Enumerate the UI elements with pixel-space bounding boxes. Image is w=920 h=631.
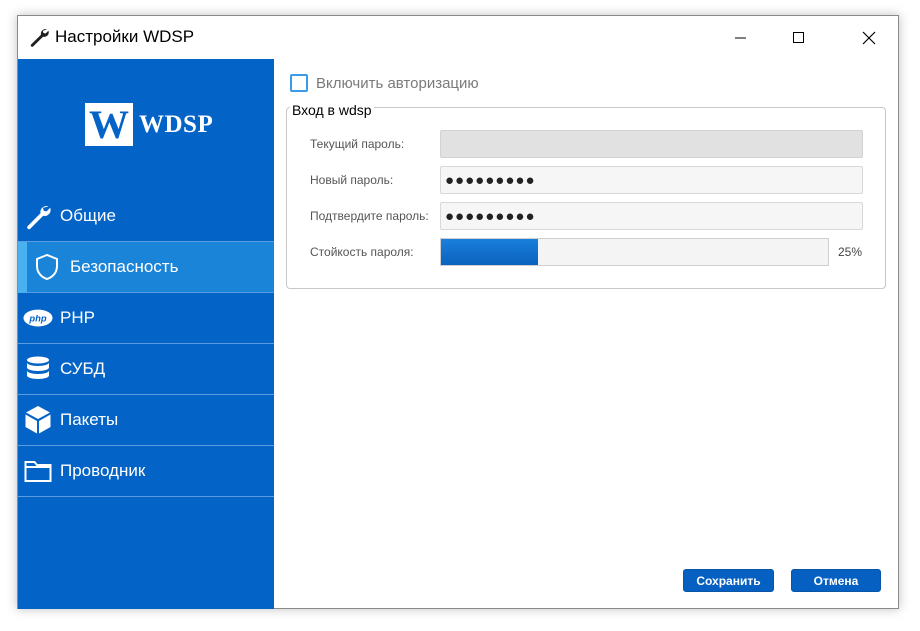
new-password-row: Новый пароль: ●●●●●●●●● xyxy=(310,166,863,194)
package-icon xyxy=(23,405,53,435)
svg-text:php: php xyxy=(28,313,46,323)
strength-percent: 25% xyxy=(838,245,863,259)
enable-auth-row[interactable]: Включить авторизацию xyxy=(290,74,479,92)
logo-text: WDSP xyxy=(139,110,214,138)
sidebar-item-php[interactable]: php PHP xyxy=(18,293,274,344)
current-password-row: Текущий пароль: xyxy=(310,130,863,158)
title-bar[interactable]: Настройки WDSP xyxy=(18,16,898,59)
php-icon: php xyxy=(23,303,53,333)
save-button[interactable]: Сохранить xyxy=(683,569,774,592)
sidebar-nav: Общие Безопасность php PHP СУБД Пакеты П… xyxy=(18,191,274,497)
login-group: Вход в wdsp Текущий пароль: Новый пароль… xyxy=(286,102,886,289)
shield-icon xyxy=(32,252,62,282)
sidebar-item-packages[interactable]: Пакеты xyxy=(18,395,274,446)
new-password-label: Новый пароль: xyxy=(310,173,394,187)
wrench-icon xyxy=(23,201,53,231)
enable-auth-checkbox[interactable] xyxy=(290,74,308,92)
folder-icon xyxy=(23,456,53,486)
strength-row: Стойкость пароля: 25% xyxy=(310,238,862,266)
security-panel: Включить авторизацию Вход в wdsp Текущий… xyxy=(274,59,898,609)
confirm-password-field[interactable]: ●●●●●●●●● xyxy=(440,202,863,230)
strength-label: Стойкость пароля: xyxy=(310,245,414,259)
minimize-button[interactable] xyxy=(712,16,770,59)
sidebar-item-label: СУБД xyxy=(60,359,106,378)
current-password-label: Текущий пароль: xyxy=(310,137,405,151)
sidebar-item-explorer[interactable]: Проводник xyxy=(18,446,274,497)
sidebar-item-dbms[interactable]: СУБД xyxy=(18,344,274,395)
strength-bar xyxy=(440,238,829,266)
sidebar-item-label: Пакеты xyxy=(60,410,119,429)
enable-auth-label: Включить авторизацию xyxy=(316,74,479,92)
sidebar-item-general[interactable]: Общие xyxy=(18,191,274,242)
sidebar: W WDSP Общие Безопасность php PHP СУБД П… xyxy=(18,59,274,609)
close-button[interactable] xyxy=(840,16,898,59)
cancel-button[interactable]: Отмена xyxy=(791,569,881,592)
window-title: Настройки WDSP xyxy=(55,27,195,46)
sidebar-item-label: Проводник xyxy=(60,461,146,480)
logo-mark: W xyxy=(85,103,133,146)
strength-bar-fill xyxy=(441,239,538,265)
sidebar-item-label: Общие xyxy=(60,206,116,225)
group-title: Вход в wdsp xyxy=(290,102,374,118)
current-password-field[interactable] xyxy=(440,130,863,158)
sidebar-item-label: PHP xyxy=(60,308,95,327)
logo: W WDSP xyxy=(85,103,213,146)
sidebar-item-security[interactable]: Безопасность xyxy=(18,242,274,293)
wrench-icon xyxy=(28,26,50,48)
confirm-password-row: Подтвердите пароль: ●●●●●●●●● xyxy=(310,202,863,230)
maximize-button[interactable] xyxy=(770,16,828,59)
database-icon xyxy=(23,354,53,384)
new-password-field[interactable]: ●●●●●●●●● xyxy=(440,166,863,194)
confirm-password-label: Подтвердите пароль: xyxy=(310,209,429,223)
settings-window: Настройки WDSP W WDSP Общие Безопасность… xyxy=(17,15,899,609)
sidebar-item-label: Безопасность xyxy=(70,257,179,276)
